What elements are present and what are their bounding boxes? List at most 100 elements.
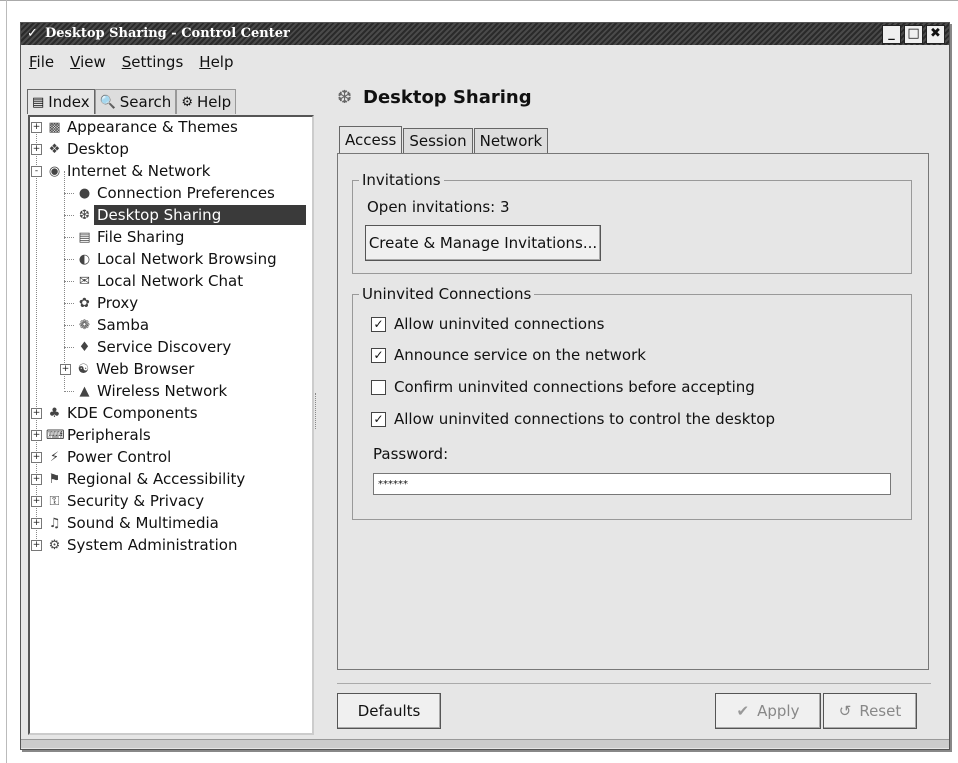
tree-connector bbox=[64, 259, 74, 260]
tree-item-service-discovery[interactable]: ♦ Service Discovery bbox=[76, 337, 232, 357]
invitations-legend: Invitations bbox=[359, 171, 444, 189]
peripherals-icon: ⌨ bbox=[46, 427, 65, 443]
network-browse-icon: ◐ bbox=[78, 251, 91, 267]
tree-item-label: Desktop bbox=[67, 140, 129, 158]
index-icon: ▤ bbox=[32, 94, 45, 110]
tab-network[interactable]: Network bbox=[473, 128, 549, 153]
tree-item-internet-network[interactable]: - ◉ Internet & Network bbox=[31, 161, 210, 181]
access-tab-pane: Invitations Open invitations: 3 Create &… bbox=[337, 153, 929, 670]
panel-tabs: Access Session Network bbox=[339, 126, 549, 153]
tree-item-security-privacy[interactable]: + ⚿ Security & Privacy bbox=[31, 491, 204, 511]
allow-uninvited-checkbox[interactable]: ✓ Allow uninvited connections bbox=[371, 315, 604, 333]
checkbox-checked-icon: ✓ bbox=[371, 347, 386, 363]
reset-label: Reset bbox=[859, 702, 902, 720]
tree-item-wireless-network[interactable]: ▲ Wireless Network bbox=[76, 381, 228, 401]
tree-item-label: Appearance & Themes bbox=[67, 118, 238, 136]
tree-connector bbox=[64, 303, 74, 304]
tree-connector bbox=[64, 193, 74, 194]
desktop-icon: ❖ bbox=[48, 141, 61, 157]
search-icon: 🔍 bbox=[99, 94, 116, 110]
title-bar[interactable]: ✓ Desktop Sharing - Control Center _ □ ✖ bbox=[21, 23, 949, 45]
expand-toggle[interactable]: + bbox=[31, 429, 42, 441]
expand-toggle[interactable]: + bbox=[31, 407, 42, 419]
confirm-uninvited-checkbox[interactable]: Confirm uninvited connections before acc… bbox=[371, 378, 755, 396]
announce-service-checkbox[interactable]: ✓ Announce service on the network bbox=[371, 346, 646, 364]
tree-item-label: Local Network Chat bbox=[97, 272, 244, 290]
tree-item-label: Samba bbox=[97, 316, 150, 334]
expand-toggle[interactable]: + bbox=[60, 363, 71, 375]
expand-toggle[interactable]: + bbox=[31, 473, 42, 485]
wireless-icon: ▲ bbox=[79, 383, 90, 399]
tree-item-power-control[interactable]: + ⚡ Power Control bbox=[31, 447, 171, 467]
tree-item-label: Wireless Network bbox=[97, 382, 228, 400]
tree-connector bbox=[64, 391, 74, 392]
control-center-window: ✓ Desktop Sharing - Control Center _ □ ✖… bbox=[20, 22, 950, 750]
tree-item-appearance[interactable]: + ▩ Appearance & Themes bbox=[31, 117, 238, 137]
tree-item-peripherals[interactable]: + ⌨ Peripherals bbox=[31, 425, 151, 445]
minimize-button[interactable]: _ bbox=[882, 25, 901, 44]
reset-button[interactable]: ↺ Reset bbox=[823, 693, 917, 729]
menu-settings[interactable]: Settings bbox=[114, 47, 192, 73]
help-icon: ⚙ bbox=[181, 94, 193, 110]
invitations-group: Invitations Open invitations: 3 Create &… bbox=[352, 171, 912, 274]
apply-button[interactable]: ✔ Apply bbox=[715, 693, 821, 729]
panel-splitter[interactable] bbox=[314, 393, 318, 433]
desktop-sharing-icon: ❆ bbox=[337, 87, 353, 108]
tree-item-web-browser[interactable]: + ☯ Web Browser bbox=[60, 359, 194, 379]
expand-toggle[interactable]: + bbox=[31, 539, 42, 551]
tree-item-label: Power Control bbox=[67, 448, 172, 466]
tree-item-local-network-chat[interactable]: ✉ Local Network Chat bbox=[76, 271, 243, 291]
menu-file[interactable]: File bbox=[21, 47, 62, 73]
tree-item-kde-components[interactable]: + ♣ KDE Components bbox=[31, 403, 198, 423]
expand-toggle[interactable]: + bbox=[31, 121, 42, 133]
tree-item-label: Connection Preferences bbox=[97, 184, 275, 202]
tab-search[interactable]: 🔍 Search bbox=[94, 89, 177, 114]
maximize-button[interactable]: □ bbox=[904, 25, 923, 44]
globe-icon: ◉ bbox=[48, 163, 61, 179]
module-tree[interactable]: + ▩ Appearance & Themes + ❖ Desktop - ◉ … bbox=[28, 115, 314, 735]
sound-icon: ♫ bbox=[48, 515, 61, 531]
tab-help[interactable]: ⚙ Help bbox=[176, 89, 237, 114]
expand-toggle[interactable]: + bbox=[31, 143, 42, 155]
collapse-toggle[interactable]: - bbox=[31, 165, 42, 177]
apply-label: Apply bbox=[757, 702, 800, 720]
tree-item-file-sharing[interactable]: ▤ File Sharing bbox=[76, 227, 184, 247]
defaults-button[interactable]: Defaults bbox=[337, 693, 441, 729]
security-icon: ⚿ bbox=[49, 493, 60, 509]
expand-toggle[interactable]: + bbox=[31, 517, 42, 529]
tree-item-samba[interactable]: ❁ Samba bbox=[76, 315, 149, 335]
tree-item-desktop-sharing[interactable]: ❆ Desktop Sharing bbox=[76, 205, 306, 225]
folder-icon: ▤ bbox=[78, 229, 91, 245]
open-invitations-text: Open invitations: 3 bbox=[367, 198, 510, 216]
tree-item-sound-multimedia[interactable]: + ♫ Sound & Multimedia bbox=[31, 513, 219, 533]
manage-invitations-button[interactable]: Create & Manage Invitations... bbox=[365, 225, 601, 261]
tab-session[interactable]: Session bbox=[403, 128, 473, 153]
checkbox-unchecked-icon bbox=[371, 379, 386, 395]
tree-item-label: KDE Components bbox=[67, 404, 198, 422]
web-browser-icon: ☯ bbox=[77, 361, 90, 377]
expand-toggle[interactable]: + bbox=[31, 451, 42, 463]
menu-help[interactable]: Help bbox=[191, 47, 241, 73]
checkbox-label: Allow uninvited connections to control t… bbox=[394, 410, 775, 428]
close-button[interactable]: ✖ bbox=[926, 25, 945, 44]
status-bar bbox=[21, 739, 949, 748]
expand-toggle[interactable]: + bbox=[31, 495, 42, 507]
tab-index[interactable]: ▤ Index bbox=[27, 89, 95, 114]
tree-item-connection-preferences[interactable]: ● Connection Preferences bbox=[76, 183, 275, 203]
tree-item-system-administration[interactable]: + ⚙ System Administration bbox=[31, 535, 237, 555]
tree-item-desktop[interactable]: + ❖ Desktop bbox=[31, 139, 129, 159]
password-field[interactable]: ****** bbox=[373, 473, 891, 495]
tab-access[interactable]: Access bbox=[339, 126, 403, 153]
tree-item-proxy[interactable]: ✿ Proxy bbox=[76, 293, 138, 313]
window-menu-icon[interactable]: ✓ bbox=[27, 26, 38, 41]
appearance-icon: ▩ bbox=[48, 119, 61, 135]
kde-components-icon: ♣ bbox=[48, 405, 61, 421]
tree-item-label: Web Browser bbox=[96, 360, 195, 378]
menu-view[interactable]: View bbox=[62, 47, 114, 73]
uninvited-connections-group: Uninvited Connections ✓ Allow uninvited … bbox=[352, 285, 912, 520]
connection-icon: ● bbox=[78, 185, 91, 201]
tree-item-regional-accessibility[interactable]: + ⚑ Regional & Accessibility bbox=[31, 469, 245, 489]
tree-item-local-network-browsing[interactable]: ◐ Local Network Browsing bbox=[76, 249, 277, 269]
tree-item-label: Desktop Sharing bbox=[94, 205, 306, 225]
allow-control-checkbox[interactable]: ✓ Allow uninvited connections to control… bbox=[371, 410, 775, 428]
